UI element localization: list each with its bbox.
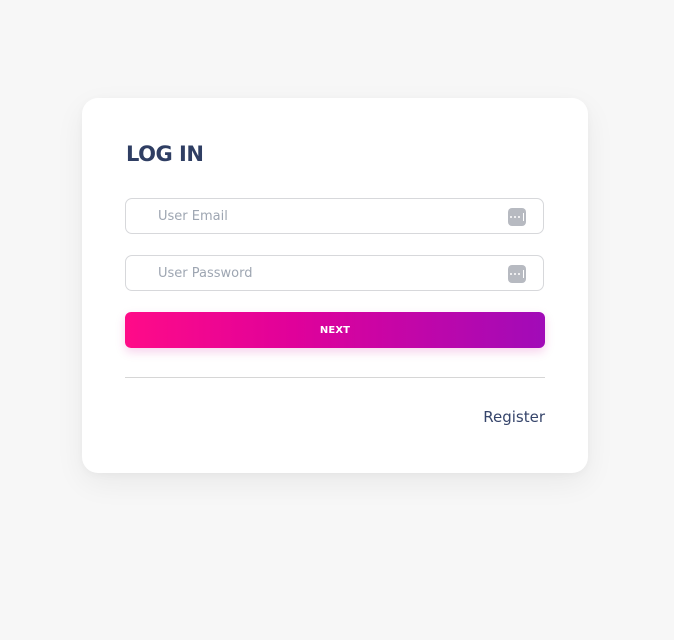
next-button[interactable]: NEXT xyxy=(125,312,545,348)
register-link[interactable]: Register xyxy=(483,408,545,426)
password-manager-icon[interactable] xyxy=(508,208,526,226)
icon-bar xyxy=(522,213,525,221)
icon-dot xyxy=(517,216,520,218)
icon-dot xyxy=(509,273,512,275)
email-input[interactable] xyxy=(126,199,543,233)
password-manager-icon[interactable] xyxy=(508,265,526,283)
password-input[interactable] xyxy=(126,256,543,290)
login-card: LOG IN NEXT Register xyxy=(82,98,588,473)
icon-dot xyxy=(509,216,512,218)
icon-dot xyxy=(517,273,520,275)
icon-dot xyxy=(513,273,516,275)
password-field[interactable] xyxy=(125,255,544,291)
page-title: LOG IN xyxy=(126,142,204,166)
divider xyxy=(125,377,545,378)
email-field[interactable] xyxy=(125,198,544,234)
icon-dot xyxy=(513,216,516,218)
icon-bar xyxy=(522,270,525,278)
